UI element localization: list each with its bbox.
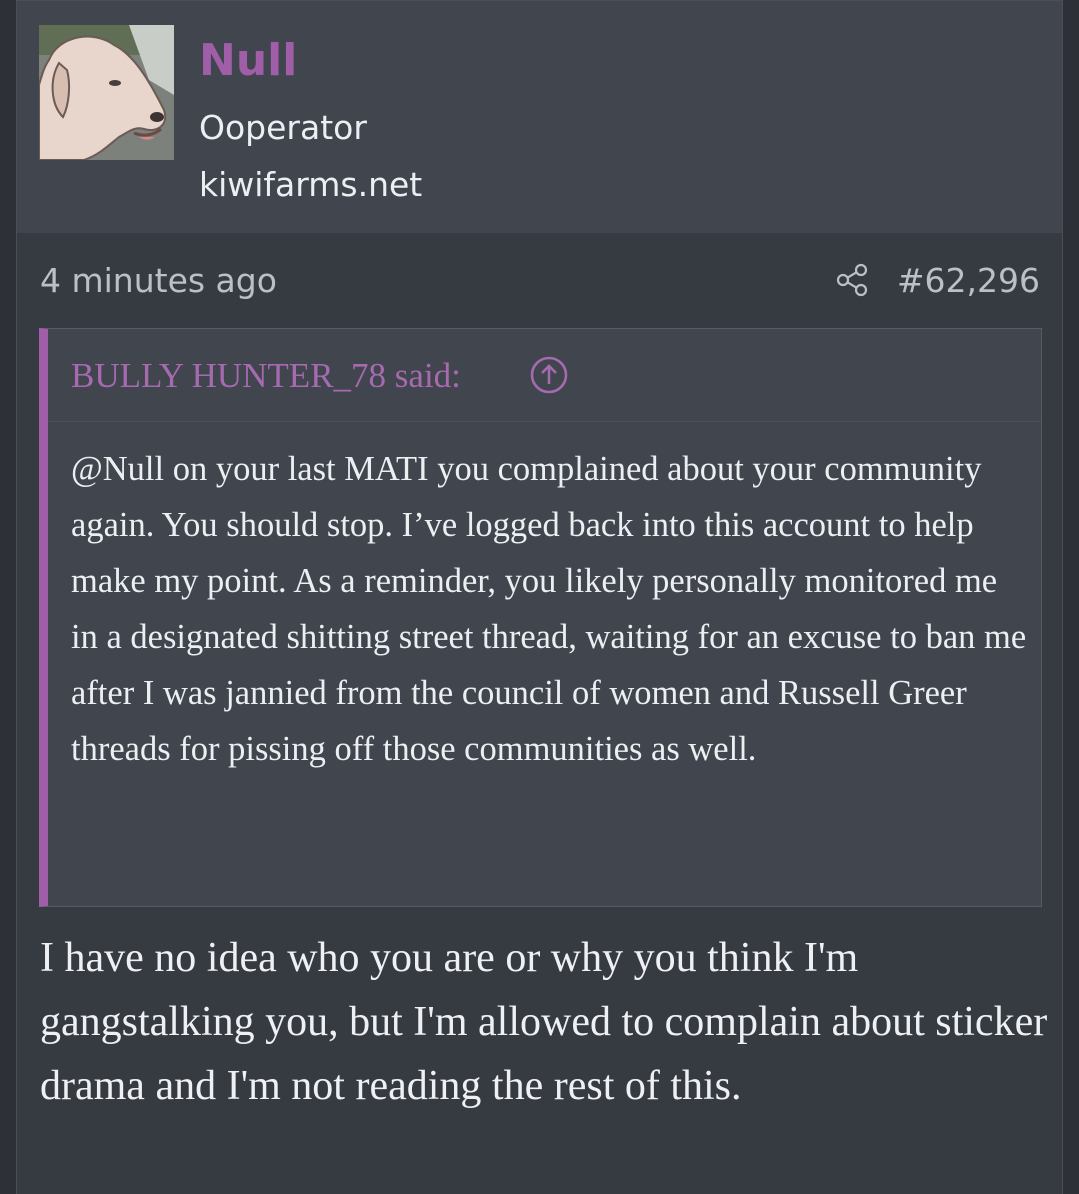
username[interactable]: Null (199, 31, 297, 91)
post-number[interactable]: #62,296 (897, 258, 1040, 304)
arrow-up-circle-icon[interactable] (528, 354, 570, 396)
quote-header: BULLY HUNTER_78 said: (48, 329, 1041, 422)
avatar[interactable] (39, 25, 174, 160)
share-icon[interactable] (834, 262, 870, 298)
post-body: I have no idea who you are or why you th… (40, 935, 1048, 1109)
user-header: Null Ooperator kiwifarms.net (17, 0, 1062, 233)
header-pointer (90, 220, 122, 233)
user-extra: kiwifarms.net (199, 165, 423, 204)
dog-avatar-icon (39, 25, 174, 160)
post-meta: 4 minutes ago #62,296 (17, 254, 1062, 306)
quote-author[interactable]: BULLY HUNTER_78 said: (71, 351, 461, 401)
quote-body: @Null on your last MATI you complained a… (71, 450, 1027, 768)
post-timestamp[interactable]: 4 minutes ago (40, 258, 277, 304)
user-title: Ooperator (199, 108, 367, 147)
quote-block: BULLY HUNTER_78 said: @Null on your last… (39, 328, 1042, 907)
post-container: Null Ooperator kiwifarms.net 4 minutes a… (16, 0, 1063, 1194)
